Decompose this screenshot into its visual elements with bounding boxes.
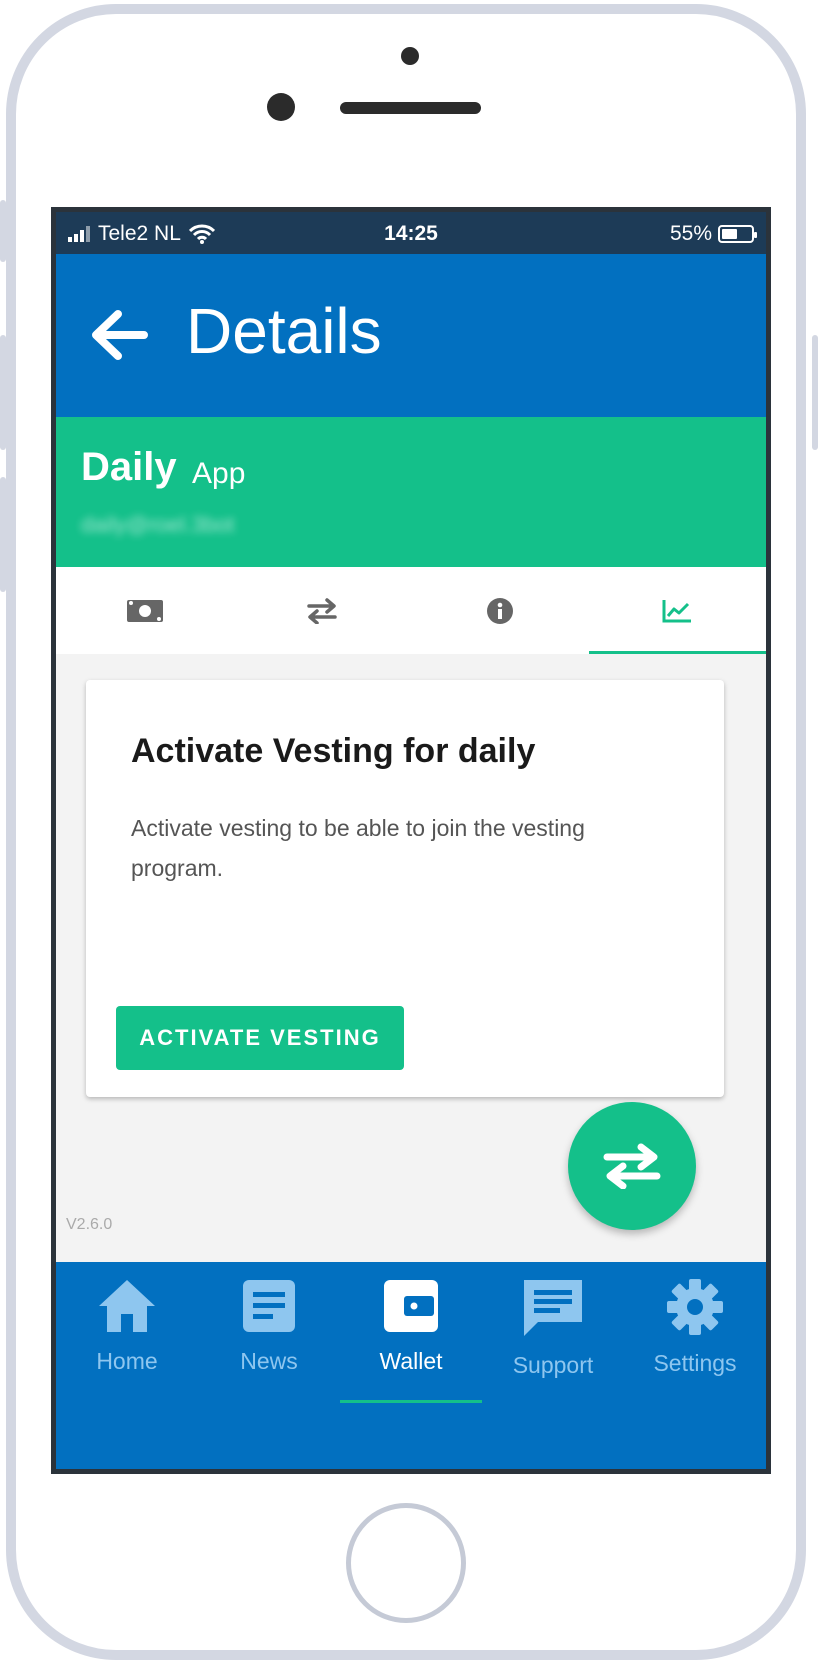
account-type: App bbox=[192, 457, 246, 490]
account-header: Daily App daily@roel.3bot bbox=[56, 417, 766, 567]
money-icon bbox=[126, 599, 163, 622]
nav-support[interactable]: Support bbox=[482, 1262, 624, 1469]
gear-icon bbox=[667, 1279, 723, 1335]
card-heading: Activate Vesting for daily bbox=[131, 732, 536, 770]
home-icon bbox=[99, 1280, 155, 1332]
nav-label-wallet: Wallet bbox=[379, 1348, 443, 1374]
proximity-sensor bbox=[401, 47, 419, 65]
tab-balance[interactable] bbox=[56, 567, 234, 654]
earpiece-speaker bbox=[340, 102, 481, 114]
nav-settings[interactable]: Settings bbox=[624, 1262, 766, 1469]
side-button bbox=[0, 477, 6, 592]
transfer-icon bbox=[603, 1143, 661, 1189]
chat-icon bbox=[524, 1280, 582, 1336]
account-name: Daily bbox=[81, 445, 177, 489]
app-screen: Tele2 NL 14:25 55% Details Daily App dai… bbox=[51, 207, 771, 1474]
card-description: Activate vesting to be able to join the … bbox=[131, 815, 585, 881]
front-camera bbox=[267, 93, 295, 121]
home-button[interactable] bbox=[346, 1503, 466, 1623]
arrow-left-icon[interactable] bbox=[86, 302, 152, 368]
side-button bbox=[812, 335, 818, 450]
status-bar: Tele2 NL 14:25 55% bbox=[56, 212, 766, 254]
info-icon bbox=[486, 597, 513, 624]
bottom-navigation: Home News Wallet Support Settings bbox=[56, 1262, 766, 1469]
nav-label-news: News bbox=[240, 1348, 298, 1374]
app-version: V2.6.0 bbox=[66, 1216, 113, 1233]
battery-fill bbox=[722, 229, 738, 239]
account-email: daily@roel.3bot bbox=[81, 512, 235, 537]
activate-vesting-button[interactable]: ACTIVATE VESTING bbox=[116, 1006, 404, 1070]
tab-transactions[interactable] bbox=[234, 567, 412, 654]
clock: 14:25 bbox=[384, 222, 438, 245]
nav-news[interactable]: News bbox=[198, 1262, 340, 1469]
battery-percent: 55% bbox=[669, 222, 712, 245]
tab-info[interactable] bbox=[411, 567, 589, 654]
tab-vesting[interactable] bbox=[588, 567, 767, 654]
tab-bar bbox=[56, 567, 766, 654]
nav-label-settings: Settings bbox=[653, 1350, 737, 1376]
battery-group: 55% bbox=[669, 222, 757, 246]
side-button bbox=[0, 200, 6, 262]
app-bar: Details bbox=[56, 254, 766, 417]
nav-label-support: Support bbox=[512, 1352, 594, 1378]
news-icon bbox=[243, 1280, 295, 1332]
page-title: Details bbox=[186, 295, 382, 367]
side-button bbox=[0, 335, 6, 450]
nav-wallet[interactable]: Wallet bbox=[340, 1262, 482, 1469]
wallet-icon bbox=[384, 1280, 438, 1332]
chart-icon bbox=[662, 599, 692, 622]
nav-label-home: Home bbox=[96, 1348, 158, 1374]
nav-home[interactable]: Home bbox=[56, 1262, 198, 1469]
battery-icon bbox=[718, 225, 757, 243]
vesting-card: Activate Vesting for daily Activate vest… bbox=[86, 680, 724, 1097]
transfer-icon bbox=[307, 597, 337, 624]
transfer-fab-button[interactable] bbox=[568, 1102, 696, 1230]
